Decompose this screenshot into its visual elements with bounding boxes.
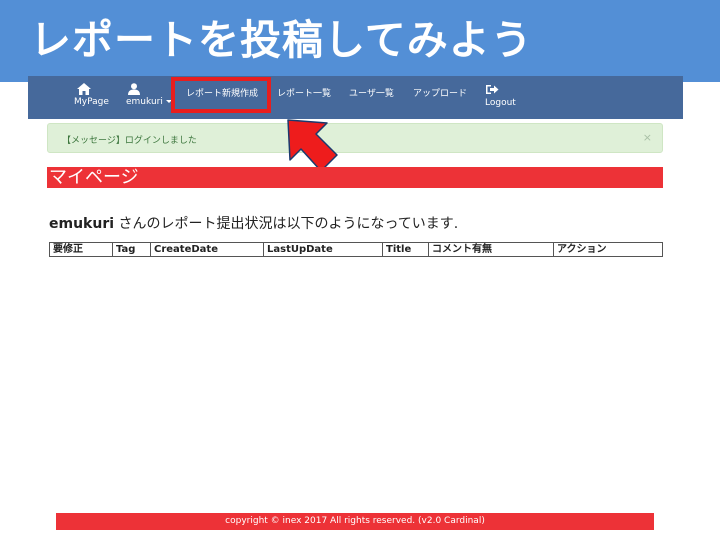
navbar: MyPage emukuri レポート新規作成 レポート一覧 ユーザ一覧 アップ… <box>28 76 683 119</box>
flash-message: 【メッセージ】ログインしました × <box>47 123 663 153</box>
nav-item-logout[interactable]: Logout <box>485 76 525 119</box>
nav-label-logout: Logout <box>485 98 516 108</box>
nav-item-user-menu[interactable]: emukuri <box>124 76 174 119</box>
nav-item-user-list[interactable]: ユーザ一覧 <box>349 76 401 119</box>
column-header-comment: コメント有無 <box>428 242 554 257</box>
home-icon <box>77 83 91 95</box>
page-title: マイページ <box>49 167 139 188</box>
report-table: 要修正 Tag CreateDate LastUpDate Title コメント… <box>49 242 663 257</box>
column-header-last-update: LastUpDate <box>263 242 383 257</box>
slide-header: レポートを投稿してみよう <box>0 0 720 82</box>
status-description: さんのレポート提出状況は以下のようになっています. <box>114 216 459 232</box>
slide-title: レポートを投稿してみよう <box>30 16 533 64</box>
table-header-row: 要修正 Tag CreateDate LastUpDate Title コメント… <box>49 242 663 257</box>
nav-item-upload[interactable]: アップロード <box>413 76 471 119</box>
column-header-action: アクション <box>553 242 663 257</box>
report-status-text: emukuri さんのレポート提出状況は以下のようになっています. <box>49 213 458 233</box>
column-header-tag: Tag <box>112 242 151 257</box>
page-heading: マイページ <box>47 167 663 188</box>
flash-message-text: 【メッセージ】ログインしました <box>62 136 197 146</box>
user-icon <box>128 83 140 95</box>
nav-label-user: emukuri <box>126 97 172 107</box>
footer-copyright: copyright © inex 2017 All rights reserve… <box>225 516 485 526</box>
nav-label-report-list: レポート一覧 <box>277 89 332 99</box>
nav-label-mypage: MyPage <box>74 97 109 107</box>
column-header-create-date: CreateDate <box>150 242 264 257</box>
footer: copyright © inex 2017 All rights reserve… <box>56 513 654 530</box>
nav-item-mypage[interactable]: MyPage <box>72 76 112 119</box>
nav-label-user-list: ユーザ一覧 <box>349 89 394 99</box>
logout-icon <box>486 85 499 94</box>
column-header-title: Title <box>382 242 429 257</box>
pointer-arrow-icon <box>287 119 338 172</box>
nav-label-upload: アップロード <box>413 89 468 99</box>
close-icon[interactable]: × <box>643 131 652 144</box>
column-header-needs-fix: 要修正 <box>49 242 113 257</box>
status-username: emukuri <box>49 216 115 232</box>
highlight-box <box>171 77 271 113</box>
